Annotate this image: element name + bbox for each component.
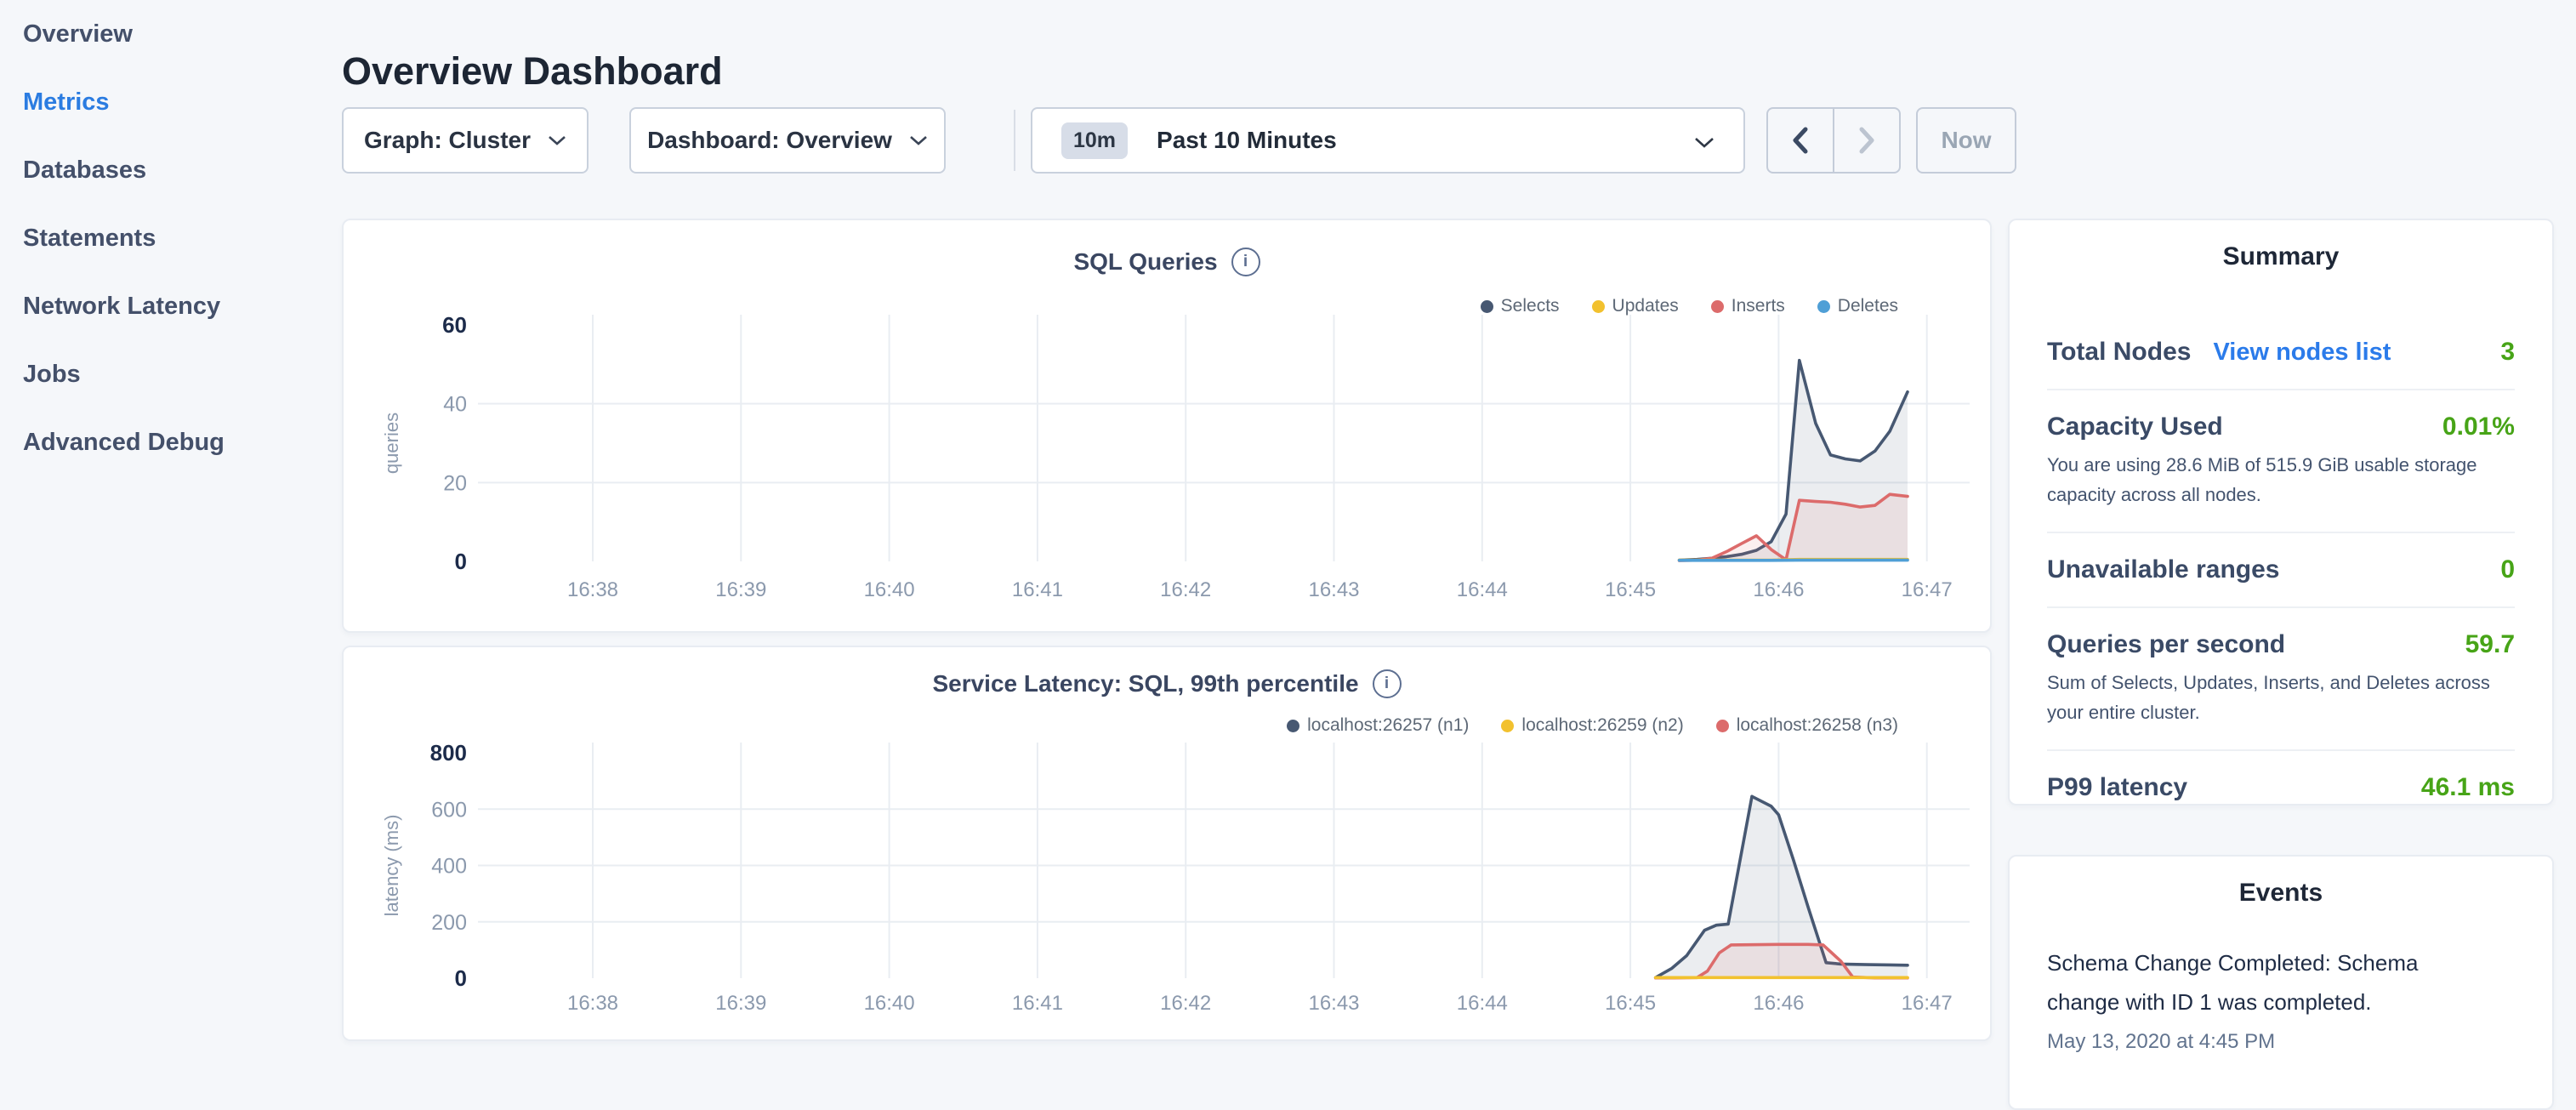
chevron-left-icon	[1791, 126, 1810, 155]
summary-row-description: Sum of Selects, Updates, Inserts, and De…	[2047, 668, 2515, 727]
summary-row-label: Queries per second	[2047, 630, 2285, 659]
summary-panel: Summary Total Nodes View nodes list 3 Capac…	[2008, 219, 2554, 805]
summary-title: Summary	[2047, 242, 2515, 271]
sql-queries-card: SQL Queries i SelectsUpdatesInsertsDelet…	[342, 219, 1992, 633]
view-nodes-link[interactable]: View nodes list	[2213, 339, 2391, 367]
summary-row-label: Capacity Used	[2047, 413, 2223, 441]
time-range-badge: 10m	[1061, 122, 1128, 159]
summary-row-queries-per-second: Queries per second 59.7 Sum of Selects, Up…	[2047, 608, 2515, 751]
sidebar-item-advanced-debug[interactable]: Advanced Debug	[23, 428, 225, 457]
sidebar-item-overview[interactable]: Overview	[23, 20, 225, 48]
y-tick-label: 200	[431, 911, 467, 935]
events-title: Events	[2047, 879, 2515, 908]
sidebar: Overview Metrics Databases Statements Networ…	[23, 20, 225, 496]
sidebar-item-metrics[interactable]: Metrics	[23, 88, 225, 117]
summary-rows: Total Nodes View nodes list 3 Capacity Used…	[2047, 316, 2515, 824]
x-tick-label: 16:44	[1457, 992, 1508, 1015]
x-tick-label: 16:43	[1308, 992, 1359, 1015]
dashboard-dropdown[interactable]: Dashboard: Overview	[629, 107, 946, 174]
graph-scope-label: Graph: Cluster	[364, 127, 531, 154]
y-tick-label: 60	[442, 312, 467, 338]
y-axis-label: latency (ms)	[381, 815, 402, 917]
x-tick-label: 16:45	[1605, 578, 1656, 601]
event-message: Schema Change Completed: Schema change w…	[2047, 943, 2430, 1022]
x-tick-label: 16:40	[864, 992, 915, 1015]
chevron-down-icon	[1694, 136, 1714, 149]
y-tick-label: 20	[443, 471, 467, 495]
x-tick-label: 16:43	[1308, 578, 1359, 601]
events-panel: Events Schema Change Completed: Schema c…	[2008, 855, 2554, 1110]
service-latency-chart: 0 200 400 600 800 16:38 16:39 16:40 16:41 16:42 16…	[344, 647, 1990, 1039]
y-tick-label: 40	[443, 393, 467, 417]
x-tick-label: 16:46	[1753, 578, 1804, 601]
summary-row-label: Unavailable ranges	[2047, 555, 2279, 584]
summary-row-total-nodes: Total Nodes View nodes list 3	[2047, 316, 2515, 390]
x-tick-label: 16:38	[567, 992, 618, 1015]
graph-scope-dropdown[interactable]: Graph: Cluster	[342, 107, 589, 174]
next-time-button[interactable]	[1834, 109, 1899, 172]
controls-divider	[1014, 110, 1015, 171]
y-tick-label: 400	[431, 855, 467, 879]
summary-row-value: 46.1 ms	[2421, 773, 2515, 802]
event-item[interactable]: Schema Change Completed: Schema change w…	[2047, 943, 2515, 1054]
x-tick-label: 16:47	[1902, 992, 1953, 1015]
summary-row-value: 3	[2500, 338, 2515, 367]
sidebar-item-statements[interactable]: Statements	[23, 224, 225, 253]
x-tick-label: 16:39	[715, 578, 766, 601]
summary-row-value: 0.01%	[2442, 413, 2515, 441]
x-tick-label: 16:40	[864, 578, 915, 601]
time-step-buttons	[1766, 107, 1901, 174]
summary-row-p99-latency: P99 latency 46.1 ms	[2047, 751, 2515, 824]
page-title: Overview Dashboard	[342, 49, 723, 94]
previous-time-button[interactable]	[1768, 109, 1834, 172]
summary-row-description: You are using 28.6 MiB of 515.9 GiB usab…	[2047, 450, 2515, 509]
summary-row-value: 59.7	[2465, 630, 2515, 659]
sidebar-item-databases[interactable]: Databases	[23, 156, 225, 185]
dashboard-label: Dashboard: Overview	[647, 127, 892, 154]
events-list: Schema Change Completed: Schema change w…	[2047, 943, 2515, 1054]
time-range-label: Past 10 Minutes	[1157, 127, 1337, 154]
x-tick-label: 16:47	[1902, 578, 1953, 601]
y-tick-label: 800	[430, 740, 467, 766]
x-tick-label: 16:39	[715, 992, 766, 1015]
time-range-selector[interactable]: 10m Past 10 Minutes	[1031, 107, 1745, 174]
event-timestamp: May 13, 2020 at 4:45 PM	[2047, 1030, 2515, 1054]
now-button[interactable]: Now	[1916, 107, 2016, 174]
x-tick-label: 16:41	[1012, 578, 1063, 601]
sidebar-item-network-latency[interactable]: Network Latency	[23, 292, 225, 321]
y-tick-label: 600	[431, 798, 467, 822]
summary-row-label: P99 latency	[2047, 773, 2187, 802]
y-axis-label: queries	[381, 413, 402, 474]
x-tick-label: 16:41	[1012, 992, 1063, 1015]
x-tick-label: 16:45	[1605, 992, 1656, 1015]
y-tick-label: 0	[455, 549, 467, 574]
chevron-down-icon	[909, 134, 928, 146]
x-tick-label: 16:38	[567, 578, 618, 601]
summary-row-label: Total Nodes	[2047, 338, 2191, 367]
summary-row-value: 0	[2500, 555, 2515, 584]
x-tick-label: 16:44	[1457, 578, 1508, 601]
sidebar-item-jobs[interactable]: Jobs	[23, 360, 225, 389]
chevron-right-icon	[1857, 126, 1876, 155]
y-tick-label: 0	[455, 965, 467, 991]
x-tick-label: 16:42	[1160, 992, 1211, 1015]
chevron-down-icon	[548, 134, 566, 146]
x-tick-label: 16:46	[1753, 992, 1804, 1015]
service-latency-card: Service Latency: SQL, 99th percentile i …	[342, 646, 1992, 1041]
x-tick-label: 16:42	[1160, 578, 1211, 601]
sql-queries-chart: 0 20 40 60 16:38 16:39 16:40 16:41 16:42 16:43 16:…	[344, 220, 1990, 631]
summary-row-capacity-used: Capacity Used 0.01% You are using 28.6 MiB…	[2047, 390, 2515, 533]
summary-row-unavailable-ranges: Unavailable ranges 0	[2047, 533, 2515, 608]
